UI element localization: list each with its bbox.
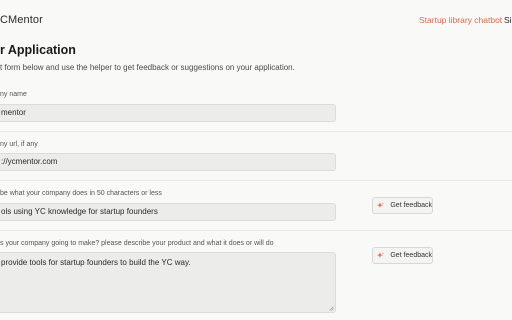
page-title: r Application: [0, 43, 76, 57]
product-description-label: s your company going to make? please des…: [0, 240, 274, 247]
top-navigation: CMentor Startup library chatbot Si: [0, 0, 512, 40]
company-url-label: ny url, if any: [0, 141, 38, 148]
section-divider: [0, 131, 512, 132]
nav-startup-library-chatbot[interactable]: Startup library chatbot: [419, 15, 502, 25]
application-page: CMentor Startup library chatbot Si r App…: [0, 0, 512, 320]
section-divider: [0, 180, 512, 181]
get-feedback-button[interactable]: Get feedback: [372, 197, 433, 214]
app-logo[interactable]: CMentor: [0, 14, 43, 26]
nav-sign-in-link[interactable]: Si: [504, 15, 512, 25]
company-name-input[interactable]: mentor: [0, 104, 336, 122]
sparkle-icon: [377, 202, 385, 209]
get-feedback-label: Get feedback: [390, 252, 432, 259]
company-name-label: ny name: [0, 91, 27, 98]
resize-handle-icon[interactable]: [329, 306, 334, 311]
sparkle-icon: [377, 252, 385, 259]
product-description-text: provide tools for startup founders to bu…: [1, 258, 191, 267]
company-description-input[interactable]: ols using YC knowledge for startup found…: [0, 203, 336, 221]
company-description-label: be what your company does in 50 characte…: [0, 190, 162, 197]
page-subtitle: t form below and use the helper to get f…: [0, 63, 295, 72]
company-url-input[interactable]: ://ycmentor.com: [0, 153, 336, 171]
product-description-textarea[interactable]: provide tools for startup founders to bu…: [0, 252, 336, 313]
section-divider: [0, 230, 512, 231]
get-feedback-label: Get feedback: [390, 202, 432, 209]
get-feedback-button[interactable]: Get feedback: [372, 247, 433, 264]
